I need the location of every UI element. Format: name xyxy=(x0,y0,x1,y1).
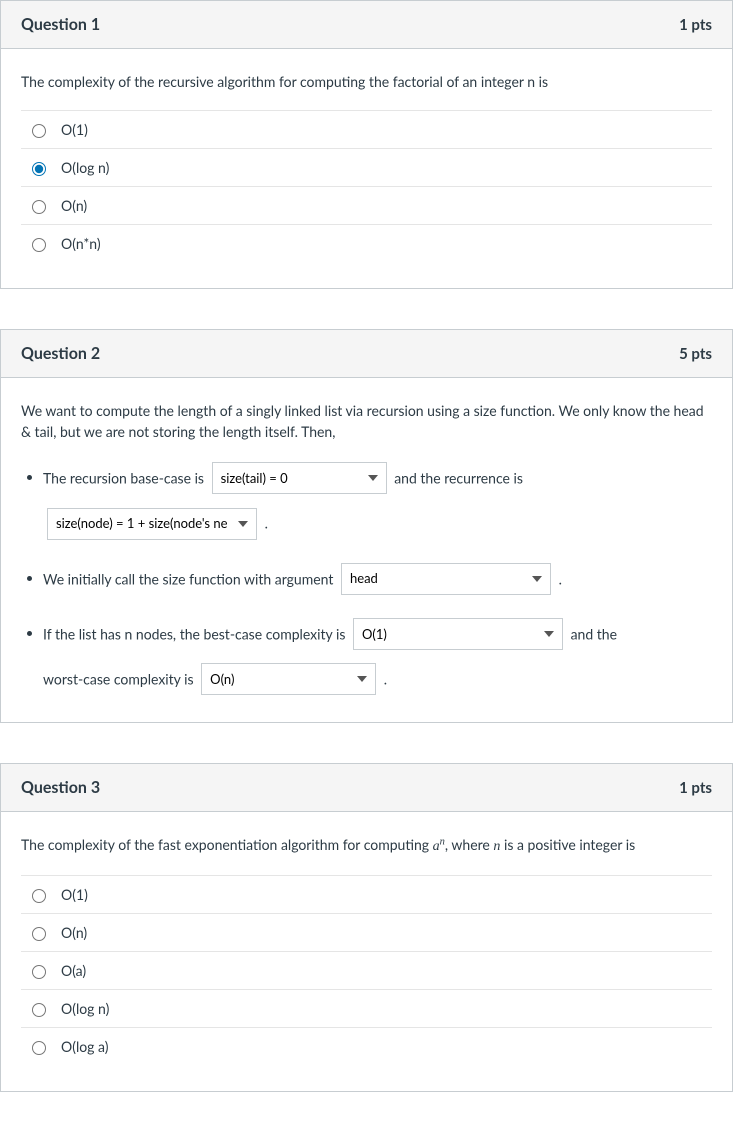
question-2-body: We want to compute the length of a singl… xyxy=(1,378,732,722)
question-1-prompt: The complexity of the recursive algorith… xyxy=(21,71,712,92)
q2-text-1b: and the recurrence is xyxy=(394,470,523,487)
q3-prompt-c: is a positive integer is xyxy=(500,836,635,853)
q2-text-3c: . xyxy=(384,671,387,688)
q2-text-2a: We initially call the size function with… xyxy=(43,570,333,587)
q2-text-3a: If the list has n nodes, the best-case c… xyxy=(43,625,345,642)
q2-select-basecase[interactable]: size(tail) = 0 xyxy=(212,462,387,494)
q2-item-2: We initially call the size function with… xyxy=(43,561,712,596)
question-2-card: Question 2 5 pts We want to compute the … xyxy=(0,329,733,723)
q2-item-3: If the list has n nodes, the best-case c… xyxy=(43,616,712,697)
q2-text-2b: . xyxy=(559,570,562,587)
question-3-options: O(1) O(n) O(a) O(log n) O(log a) xyxy=(21,875,712,1065)
question-3-card: Question 3 1 pts The complexity of the f… xyxy=(0,763,733,1092)
q3-option-0[interactable]: O(1) xyxy=(21,876,712,914)
question-3-prompt: The complexity of the fast exponentiatio… xyxy=(21,834,712,857)
q3-radio-2[interactable] xyxy=(32,965,46,979)
question-2-list: The recursion base-case is size(tail) = … xyxy=(21,460,712,696)
q3-label-1[interactable]: O(n) xyxy=(61,924,87,941)
q1-radio-2[interactable] xyxy=(32,200,46,214)
q3-radio-0[interactable] xyxy=(32,889,46,903)
q3-radio-1[interactable] xyxy=(32,927,46,941)
question-1-options: O(1) O(log n) O(n) O(n*n) xyxy=(21,110,712,262)
q3-option-3[interactable]: O(log n) xyxy=(21,990,712,1028)
q3-prompt-b: , where xyxy=(445,836,493,853)
q3-label-2[interactable]: O(a) xyxy=(61,962,86,979)
q2-text-1c: . xyxy=(265,515,268,532)
q1-radio-0[interactable] xyxy=(32,124,46,138)
question-3-points: 1 pts xyxy=(679,779,712,797)
q1-option-2[interactable]: O(n) xyxy=(21,187,712,225)
question-1-title: Question 1 xyxy=(21,15,100,34)
question-3-header: Question 3 1 pts xyxy=(1,764,732,812)
question-1-points: 1 pts xyxy=(679,16,712,34)
q1-radio-3[interactable] xyxy=(32,238,46,252)
q2-select-bestcase[interactable]: O(1) xyxy=(353,618,563,650)
q3-prompt-a: The complexity of the fast exponentiatio… xyxy=(21,836,433,853)
q1-option-3[interactable]: O(n*n) xyxy=(21,225,712,262)
q1-label-3[interactable]: O(n*n) xyxy=(61,235,101,252)
question-2-header: Question 2 5 pts xyxy=(1,330,732,378)
q1-option-0[interactable]: O(1) xyxy=(21,111,712,149)
q3-label-3[interactable]: O(log n) xyxy=(61,1000,109,1017)
question-2-title: Question 2 xyxy=(21,344,100,363)
q1-radio-1[interactable] xyxy=(32,162,46,176)
question-2-points: 5 pts xyxy=(679,345,712,363)
q2-select-worstcase[interactable]: O(n) xyxy=(201,663,376,695)
q3-math-a: a xyxy=(433,839,440,854)
q3-radio-4[interactable] xyxy=(32,1041,46,1055)
q3-label-0[interactable]: O(1) xyxy=(61,886,88,903)
question-3-title: Question 3 xyxy=(21,778,100,797)
q3-option-2[interactable]: O(a) xyxy=(21,952,712,990)
q3-radio-3[interactable] xyxy=(32,1003,46,1017)
q2-text-3b1: and the xyxy=(571,625,617,642)
q2-select-recurrence[interactable]: size(node) = 1 + size(node's ne xyxy=(47,508,257,540)
q1-option-1[interactable]: O(log n) xyxy=(21,149,712,187)
q3-option-1[interactable]: O(n) xyxy=(21,914,712,952)
question-1-header: Question 1 1 pts xyxy=(1,1,732,49)
q2-text-3b2: worst-case complexity is xyxy=(43,671,194,688)
question-1-body: The complexity of the recursive algorith… xyxy=(1,49,732,288)
q1-label-0[interactable]: O(1) xyxy=(61,121,88,138)
q2-text-1a: The recursion base-case is xyxy=(43,470,204,487)
q1-label-1[interactable]: O(log n) xyxy=(61,159,109,176)
q3-option-4[interactable]: O(log a) xyxy=(21,1028,712,1065)
q3-label-4[interactable]: O(log a) xyxy=(61,1038,108,1055)
question-3-body: The complexity of the fast exponentiatio… xyxy=(1,812,732,1091)
q1-label-2[interactable]: O(n) xyxy=(61,197,87,214)
q2-select-initialarg[interactable]: head xyxy=(341,563,551,595)
question-1-card: Question 1 1 pts The complexity of the r… xyxy=(0,0,733,289)
q2-item-1: The recursion base-case is size(tail) = … xyxy=(43,460,712,541)
question-2-prompt: We want to compute the length of a singl… xyxy=(21,400,712,442)
